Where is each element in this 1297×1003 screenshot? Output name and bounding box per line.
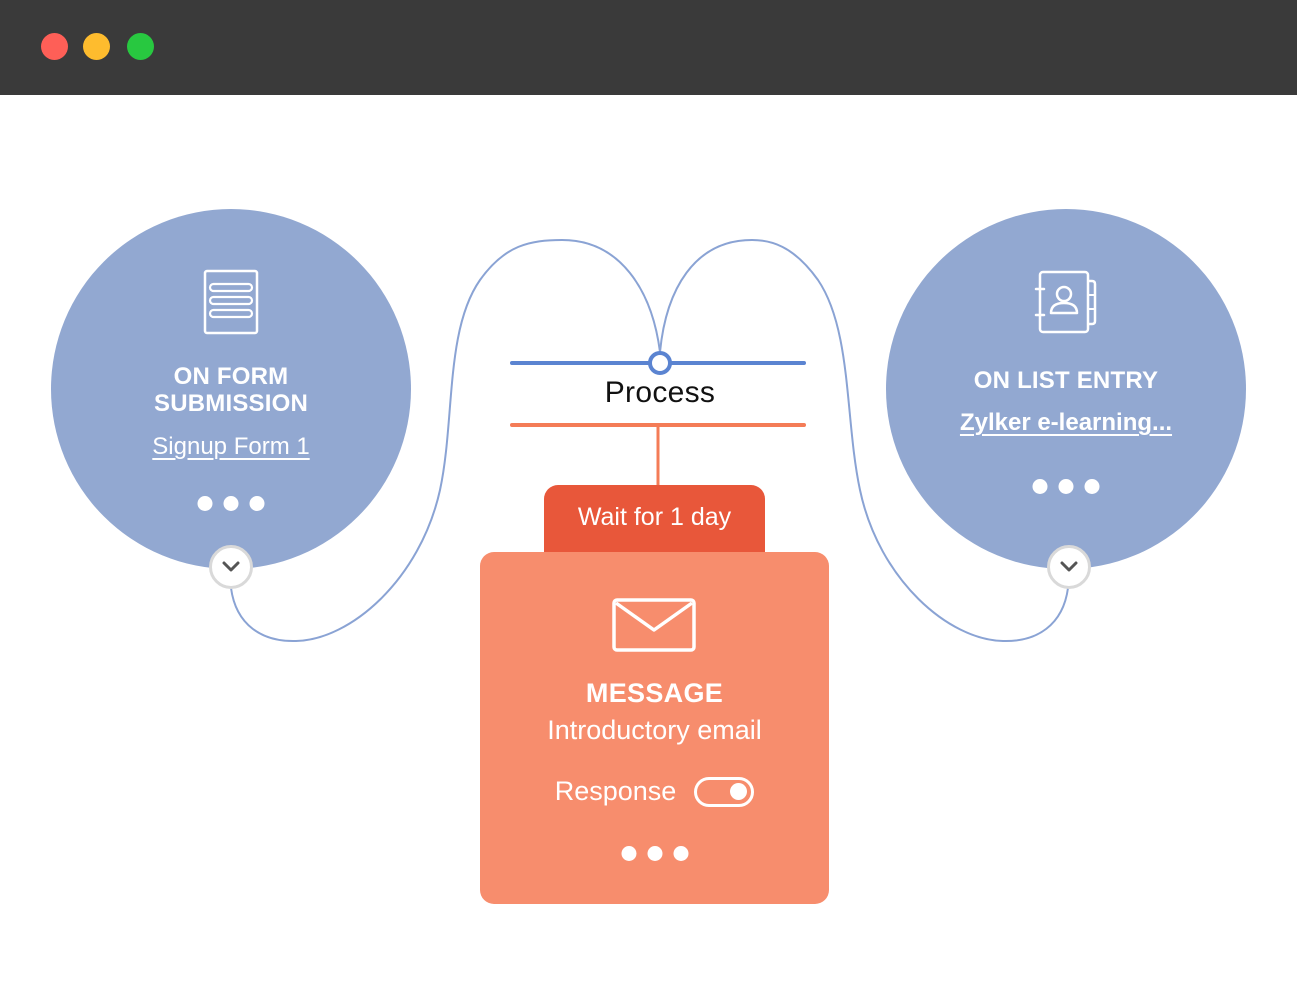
chevron-down-icon	[1060, 561, 1078, 572]
dot	[1032, 479, 1048, 494]
more-dots-icon[interactable]	[1032, 479, 1100, 494]
dot	[223, 496, 239, 511]
trigger-form-submission[interactable]: ON FORM SUBMISSION Signup Form 1	[51, 209, 411, 569]
dot	[1058, 479, 1074, 494]
wait-step-tab[interactable]: Wait for 1 day	[544, 485, 765, 555]
expand-form-trigger-button[interactable]	[209, 545, 253, 589]
more-dots-icon[interactable]	[197, 496, 265, 511]
contact-book-icon	[1034, 270, 1097, 334]
toggle-knob	[730, 782, 748, 800]
trigger-title: ON LIST ENTRY	[973, 367, 1159, 394]
window-maximize-button[interactable]	[127, 33, 154, 60]
more-dots-icon[interactable]	[621, 846, 688, 861]
trigger-list-link[interactable]: Zylker e-learning...	[886, 409, 1246, 437]
response-row: Response	[480, 776, 829, 807]
dot	[249, 496, 265, 511]
message-type-label: MESSAGE	[585, 678, 724, 708]
message-card[interactable]: MESSAGE Introductory email Response	[480, 552, 829, 904]
response-toggle[interactable]	[694, 776, 755, 807]
dot	[673, 846, 688, 861]
response-label: Response	[554, 776, 677, 806]
window-minimize-button[interactable]	[83, 33, 110, 60]
trigger-title: ON FORM SUBMISSION	[51, 363, 411, 417]
trigger-title-line1: ON FORM	[173, 363, 289, 390]
expand-list-trigger-button[interactable]	[1047, 545, 1091, 589]
trigger-list-entry[interactable]: ON LIST ENTRY Zylker e-learning...	[886, 209, 1246, 569]
window-close-button[interactable]	[41, 33, 68, 60]
chevron-down-icon	[222, 561, 240, 572]
dot	[621, 846, 636, 861]
dot	[1084, 479, 1100, 494]
dot	[647, 846, 662, 861]
form-icon	[203, 269, 259, 335]
message-name: Introductory email	[547, 715, 762, 745]
envelope-icon	[612, 598, 696, 652]
dot	[197, 496, 213, 511]
trigger-title-line2: SUBMISSION	[153, 390, 308, 417]
process-label: Process	[604, 376, 716, 409]
window-titlebar	[0, 0, 1297, 95]
trigger-form-link[interactable]: Signup Form 1	[51, 433, 411, 461]
